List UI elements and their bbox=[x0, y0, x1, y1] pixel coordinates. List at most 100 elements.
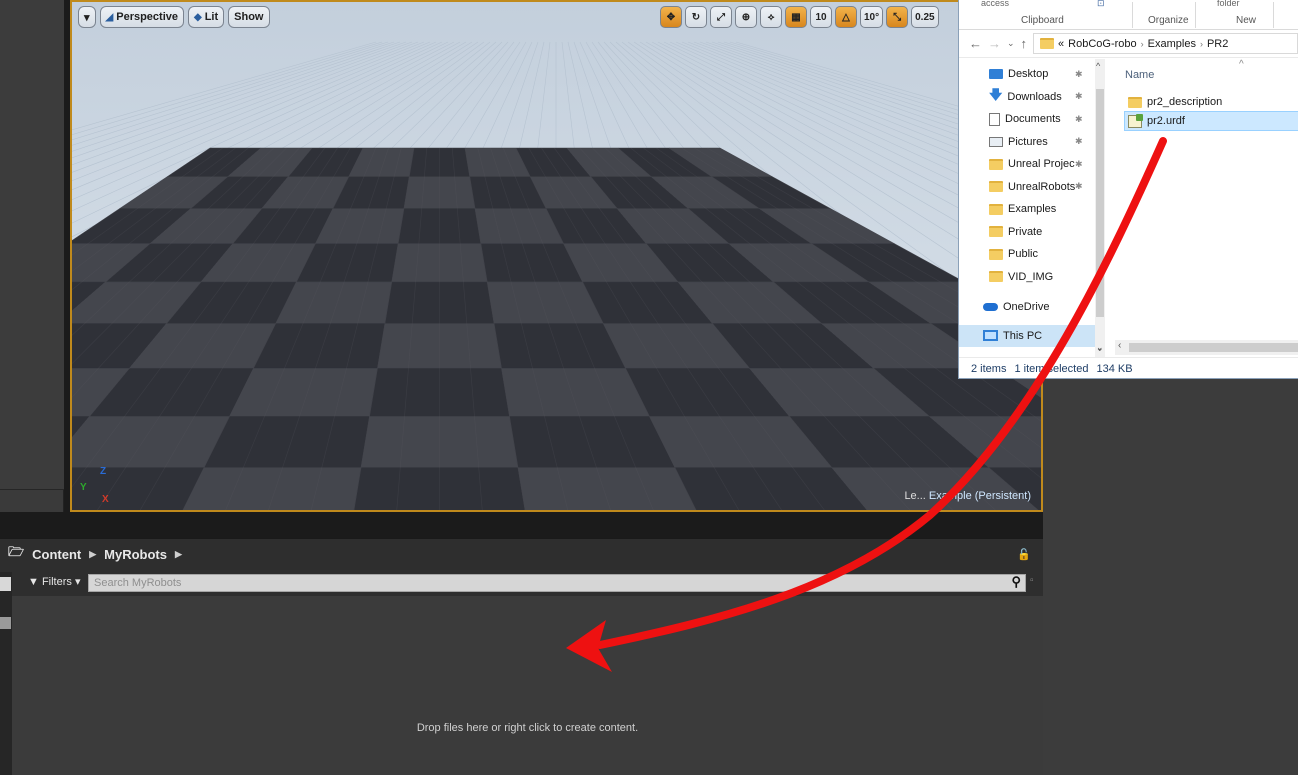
nav-item-unreal-projects[interactable]: Unreal Projec ✱ bbox=[959, 153, 1105, 176]
left-panel-area bbox=[0, 0, 64, 490]
nav-item-pictures[interactable]: Pictures ✱ bbox=[959, 131, 1105, 154]
filters-label: Filters bbox=[41, 576, 72, 588]
scroll-up-icon[interactable]: ^ bbox=[1096, 61, 1100, 71]
angle-snap-value[interactable]: 10° bbox=[860, 6, 884, 28]
content-browser: 🗁 Content ▶ MyRobots ▶ 🔓 ▼ Filters ▾ Sea… bbox=[0, 538, 1043, 775]
search-input[interactable]: Search MyRobots ⚲ bbox=[88, 574, 1026, 592]
level-viewport[interactable]: ▾ ◢ Perspective ◆ Lit Show ✥ ↻ ⤢ ⊕ ⟡ ▦ 10 … bbox=[70, 0, 1043, 512]
chevron-down-icon[interactable]: ⌄ bbox=[1096, 343, 1104, 354]
nav-item-public[interactable]: Public bbox=[959, 243, 1105, 266]
viewport-scene bbox=[72, 2, 1041, 510]
status-bar: 2 items 1 item selected 134 KB bbox=[959, 357, 1298, 379]
pin-icon[interactable]: ✱ bbox=[1075, 181, 1083, 192]
scrollbar-thumb[interactable] bbox=[1129, 343, 1298, 352]
nav-item-private[interactable]: Private bbox=[959, 221, 1105, 244]
ribbon-folder-label: folder bbox=[1217, 0, 1240, 8]
nav-item-unrealrobots[interactable]: UnrealRobots ✱ bbox=[959, 176, 1105, 199]
nav-item-label: VID_IMG bbox=[1008, 270, 1054, 283]
up-arrow-icon[interactable]: ↑ bbox=[1021, 36, 1028, 51]
sources-panel-strip bbox=[0, 572, 12, 775]
scale-snap-value[interactable]: 0.25 bbox=[911, 6, 939, 28]
nav-item-documents[interactable]: Documents ✱ bbox=[959, 108, 1105, 131]
show-button[interactable]: Show bbox=[228, 6, 270, 28]
breadcrumb-item[interactable]: PR2 bbox=[1207, 38, 1228, 50]
recent-dropdown-icon[interactable]: ⌄ bbox=[1007, 38, 1015, 49]
chevron-right-icon: › bbox=[1199, 38, 1203, 49]
scale-snap-icon[interactable]: ⤡ bbox=[886, 6, 909, 28]
list-item[interactable]: pr2_description bbox=[1125, 92, 1298, 112]
angle-snap-icon[interactable]: △ bbox=[835, 6, 857, 28]
viewport-options-button[interactable]: ▾ bbox=[78, 6, 96, 28]
status-item-count: 2 items bbox=[971, 362, 1007, 375]
axis-y-label: Y bbox=[80, 482, 87, 493]
back-arrow-icon[interactable]: ← bbox=[969, 36, 982, 51]
folder-icon bbox=[989, 248, 1003, 260]
lit-label: Lit bbox=[204, 11, 219, 23]
viewport-toolbar: ▾ ◢ Perspective ◆ Lit Show bbox=[78, 6, 270, 28]
axis-z-label: Z bbox=[100, 466, 107, 477]
breadcrumb-item[interactable]: RobCoG-robo bbox=[1068, 38, 1136, 50]
ribbon-group-new: New bbox=[1236, 15, 1257, 26]
floor-tile bbox=[509, 416, 676, 468]
ribbon-separator bbox=[1132, 2, 1133, 28]
nav-item-label: OneDrive bbox=[1003, 301, 1050, 314]
file-explorer-window[interactable]: access ⊡ folder Clipboard Organize New ←… bbox=[958, 0, 1298, 379]
translate-tool-icon[interactable]: ✥ bbox=[660, 6, 682, 28]
folder-icon bbox=[989, 203, 1003, 215]
pin-icon[interactable]: ✱ bbox=[1075, 136, 1083, 147]
pin-icon[interactable]: ✱ bbox=[1075, 114, 1083, 125]
lock-icon[interactable]: 🔓 bbox=[1017, 548, 1031, 561]
breadcrumb-overflow[interactable]: « bbox=[1058, 38, 1064, 50]
pin-icon[interactable]: ✱ bbox=[1075, 91, 1083, 102]
breadcrumb[interactable]: « RobCoG-robo › Examples › PR2 bbox=[1033, 33, 1298, 54]
path-myrobots[interactable]: MyRobots bbox=[104, 547, 167, 562]
show-label: Show bbox=[234, 11, 264, 23]
chevron-right-icon[interactable]: ▶ bbox=[89, 549, 96, 560]
nav-item-onedrive[interactable]: OneDrive bbox=[959, 296, 1105, 319]
nav-scrollbar[interactable]: ^ ⌄ bbox=[1095, 59, 1105, 357]
breadcrumb-item[interactable]: Examples bbox=[1148, 38, 1196, 50]
grid-snap-value[interactable]: 10 bbox=[810, 6, 832, 28]
pin-icon[interactable]: ✱ bbox=[1075, 159, 1083, 170]
folder-icon bbox=[1128, 96, 1142, 108]
camera-icon: ◢ bbox=[105, 11, 114, 23]
nav-item-label: Pictures bbox=[1008, 135, 1048, 148]
scrollbar-thumb[interactable] bbox=[1096, 89, 1104, 317]
scroll-left-icon[interactable]: ‹ bbox=[1118, 340, 1121, 351]
scale-tool-icon[interactable]: ⤢ bbox=[710, 6, 732, 28]
rotate-tool-icon[interactable]: ↻ bbox=[685, 6, 707, 28]
nav-item-downloads[interactable]: 🡇 Downloads ✱ bbox=[959, 86, 1105, 109]
folder-icon bbox=[989, 181, 1003, 193]
sources-item[interactable] bbox=[0, 617, 11, 629]
nav-item-vid-img[interactable]: VID_IMG bbox=[959, 266, 1105, 289]
save-search-icon[interactable]: ▫ bbox=[1030, 575, 1034, 586]
folder-icon bbox=[989, 158, 1003, 170]
perspective-button[interactable]: ◢ Perspective bbox=[99, 6, 184, 28]
search-icon[interactable]: ⚲ bbox=[1011, 574, 1021, 590]
floor-tile bbox=[501, 367, 650, 417]
nav-item-this-pc[interactable]: This PC bbox=[959, 324, 1105, 347]
lit-button[interactable]: ◆ Lit bbox=[188, 6, 225, 28]
world-space-icon[interactable]: ⊕ bbox=[735, 6, 757, 28]
surface-snap-icon[interactable]: ⟡ bbox=[760, 6, 782, 28]
column-header-name[interactable]: Name bbox=[1125, 69, 1154, 81]
status-selection: 1 item selected bbox=[1014, 362, 1089, 375]
nav-item-label: Documents bbox=[1005, 113, 1061, 126]
filters-button[interactable]: ▼ Filters ▾ bbox=[28, 575, 81, 588]
path-content[interactable]: Content bbox=[32, 547, 81, 562]
nav-item-desktop[interactable]: Desktop ✱ bbox=[959, 63, 1105, 86]
floor-tile bbox=[72, 467, 205, 510]
floor-tile bbox=[517, 467, 697, 510]
asset-view[interactable]: Drop files here or right click to create… bbox=[12, 596, 1043, 775]
chevron-right-icon[interactable]: ▶ bbox=[175, 549, 182, 560]
floor-tile bbox=[72, 416, 230, 468]
chevron-down-icon: ▾ bbox=[84, 11, 90, 24]
ribbon-clipboard-icon[interactable]: ⊡ bbox=[1097, 0, 1105, 9]
list-item-selected[interactable]: pr2.urdf bbox=[1124, 111, 1298, 131]
nav-item-examples[interactable]: Examples bbox=[959, 198, 1105, 221]
grid-snap-icon[interactable]: ▦ bbox=[785, 6, 807, 28]
pin-icon[interactable]: ✱ bbox=[1075, 69, 1083, 80]
horizontal-scrollbar[interactable]: ‹ bbox=[1115, 340, 1298, 355]
forward-arrow-icon[interactable]: → bbox=[988, 36, 1001, 51]
